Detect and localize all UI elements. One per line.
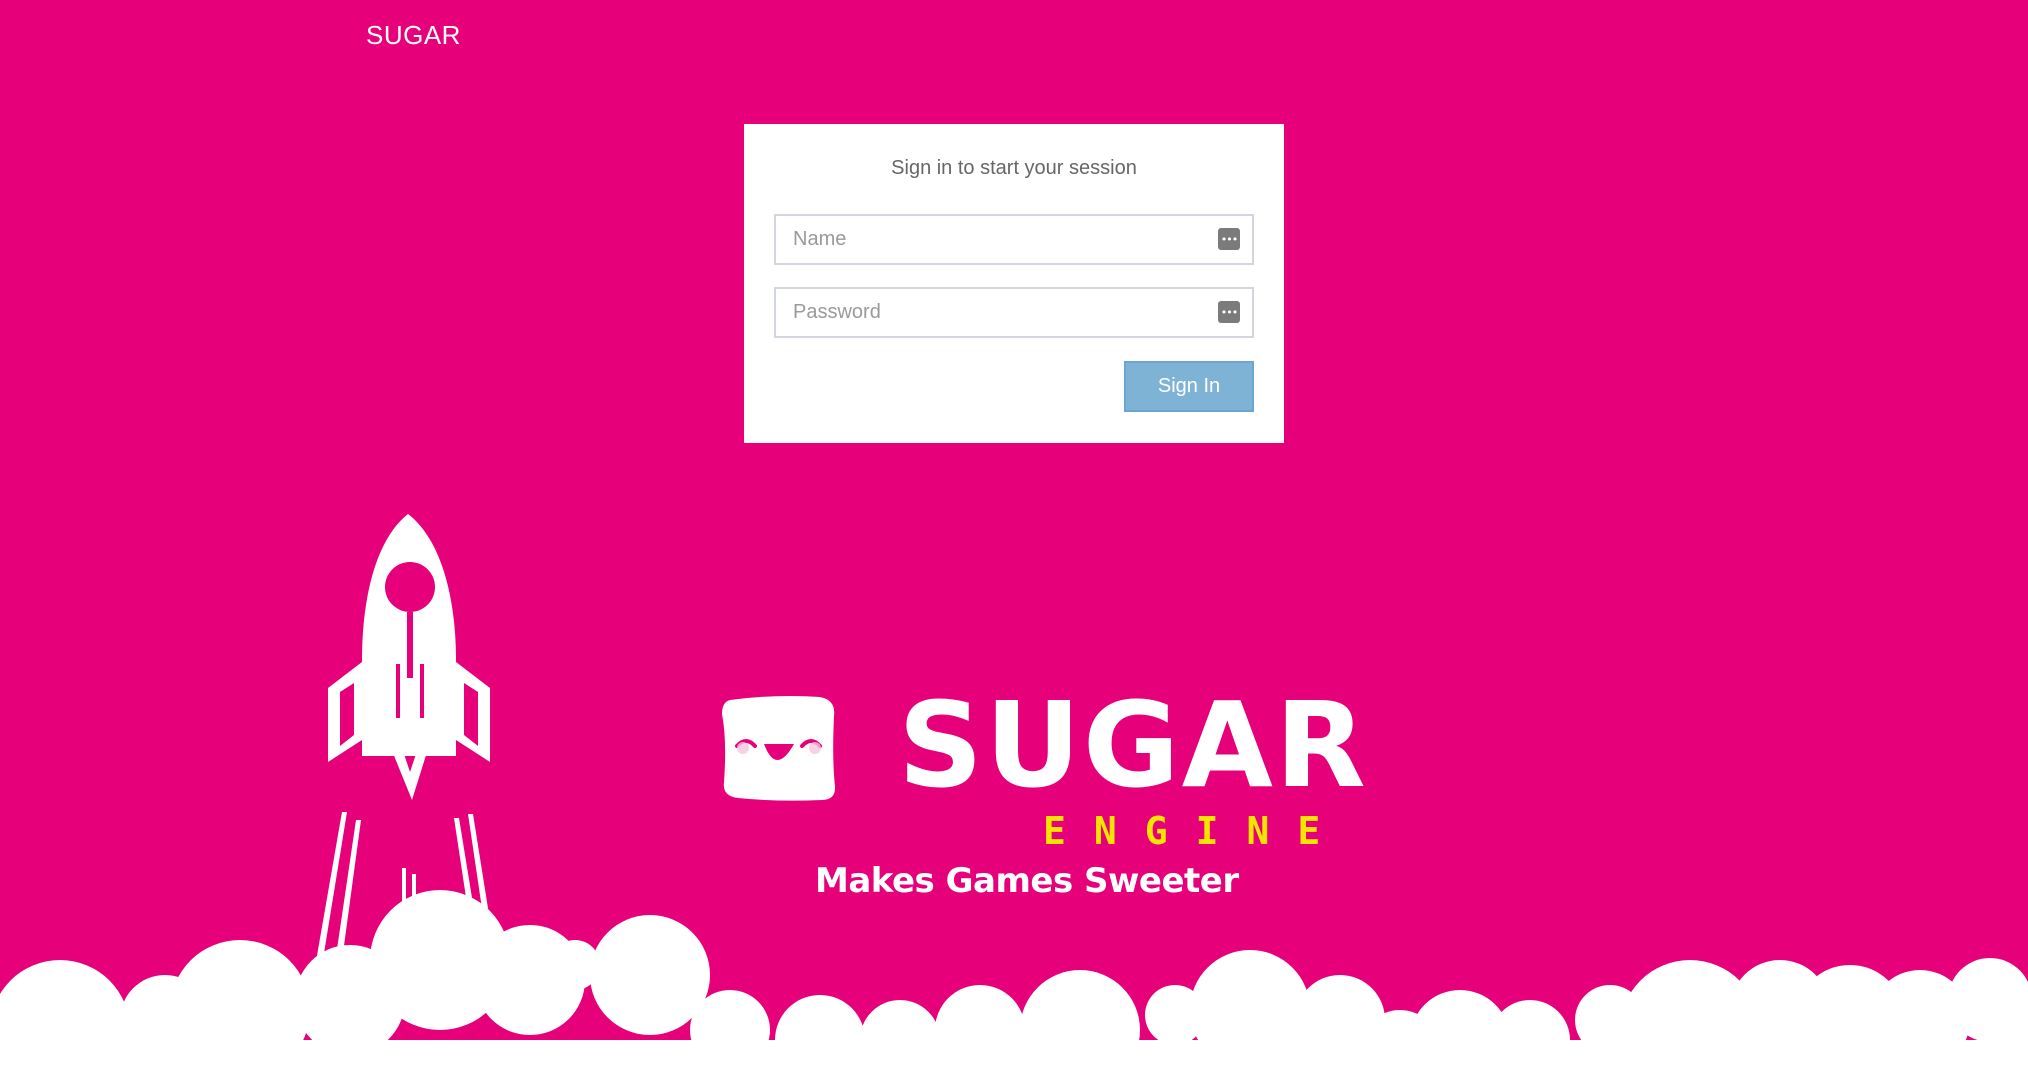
hero-illustration bbox=[0, 514, 2028, 1086]
clouds bbox=[0, 890, 2028, 1086]
tagline: Makes Games Sweeter bbox=[815, 861, 1239, 901]
logo-subword: ENGINE bbox=[1043, 809, 1349, 853]
logo-wordmark: SUGAR bbox=[898, 676, 1368, 814]
smiling-cube-icon bbox=[722, 696, 836, 801]
